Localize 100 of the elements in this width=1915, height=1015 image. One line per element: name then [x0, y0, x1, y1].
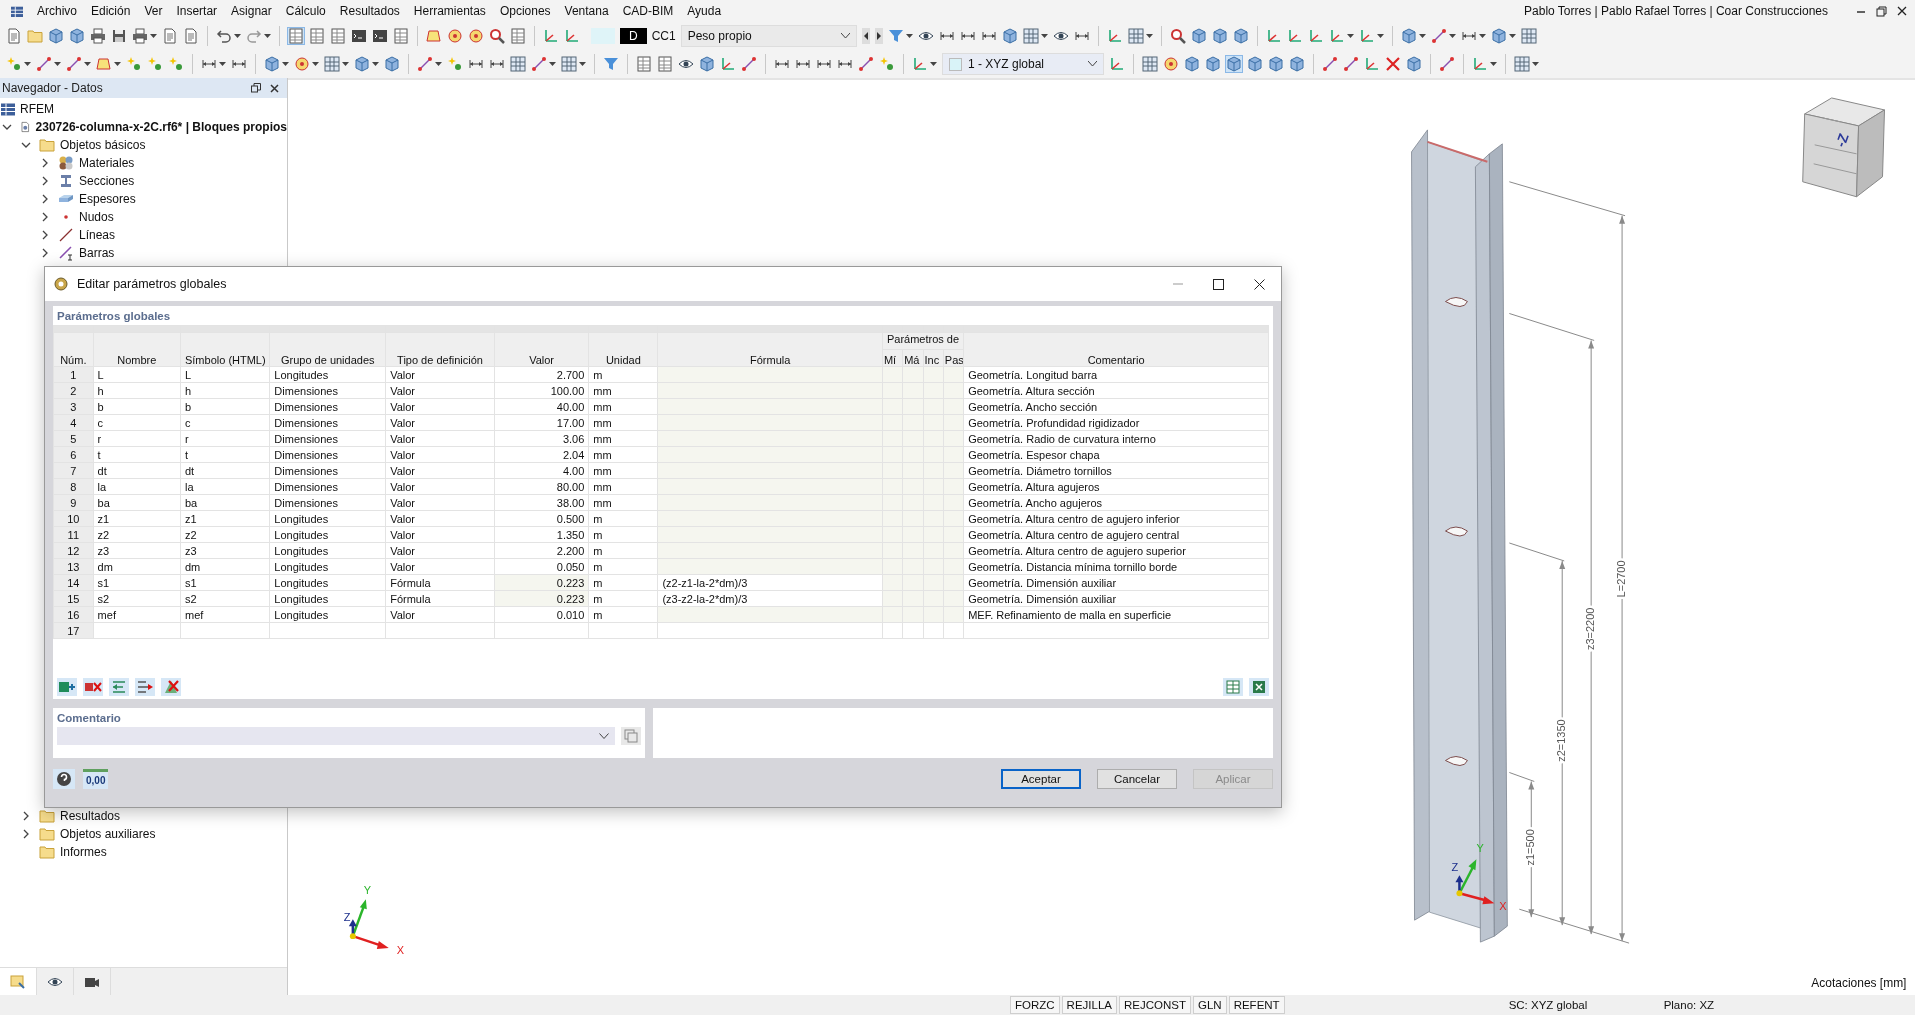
chevron-right-icon[interactable]: [40, 212, 50, 222]
cube-icon[interactable]: [1247, 56, 1263, 72]
console-icon[interactable]: [372, 28, 388, 44]
axes-icon[interactable]: [564, 28, 580, 44]
cube-icon[interactable]: [1289, 56, 1305, 72]
cube-icon[interactable]: [1400, 28, 1417, 44]
caret-icon[interactable]: [435, 62, 442, 66]
cube-icon[interactable]: [699, 56, 715, 72]
menu-item[interactable]: Resultados: [332, 4, 407, 18]
target-icon[interactable]: [294, 56, 310, 72]
close-icon[interactable]: [1254, 278, 1265, 290]
caret-icon[interactable]: [1532, 62, 1539, 66]
table-icon[interactable]: [510, 28, 526, 44]
axes-icon[interactable]: [1265, 28, 1282, 44]
close-icon[interactable]: [270, 83, 279, 93]
caret-icon[interactable]: [312, 62, 319, 66]
tree-item[interactable]: Informes: [60, 845, 107, 859]
line-icon[interactable]: [1430, 28, 1447, 44]
menu-item[interactable]: Cálculo: [278, 4, 333, 18]
navigation-cube[interactable]: [1802, 97, 1885, 198]
tree-item[interactable]: Espesores: [79, 192, 136, 206]
axes-icon[interactable]: [1286, 28, 1303, 44]
caret-icon[interactable]: [1490, 62, 1497, 66]
chevron-right-icon[interactable]: [40, 176, 50, 186]
caret-icon[interactable]: [1448, 34, 1456, 38]
axes-icon[interactable]: [1307, 28, 1324, 44]
star-node-icon[interactable]: [6, 56, 22, 72]
cross-icon[interactable]: [1385, 56, 1401, 72]
caret-icon[interactable]: [930, 62, 937, 66]
undock-icon[interactable]: [251, 83, 261, 93]
menu-item[interactable]: Herramientas: [406, 4, 493, 18]
star-node-icon[interactable]: [879, 56, 895, 72]
table-icon[interactable]: [393, 28, 409, 44]
magnifier-icon[interactable]: [489, 28, 505, 44]
axes-icon[interactable]: [543, 28, 559, 44]
line-icon[interactable]: [1343, 56, 1359, 72]
dialog-button[interactable]: Cancelar: [1097, 769, 1177, 789]
polygon-icon[interactable]: [426, 28, 442, 44]
menu-item[interactable]: Ver: [137, 4, 170, 18]
save-icon[interactable]: [111, 28, 127, 44]
undo-icon[interactable]: [216, 28, 232, 44]
caret-icon[interactable]: [219, 62, 226, 66]
line-icon[interactable]: [741, 56, 757, 72]
menu-item[interactable]: Asignar: [224, 4, 279, 18]
spreadsheet-icon[interactable]: [1249, 678, 1269, 696]
cube-icon[interactable]: [1001, 28, 1018, 44]
line-icon[interactable]: [1322, 56, 1338, 72]
caret-icon[interactable]: [1418, 34, 1426, 38]
help-icon[interactable]: [53, 769, 75, 789]
line-icon[interactable]: [36, 56, 52, 72]
caret-icon[interactable]: [1040, 34, 1048, 38]
cube-icon[interactable]: [384, 56, 400, 72]
tree-item[interactable]: Secciones: [79, 174, 135, 188]
line-icon[interactable]: [66, 56, 82, 72]
table-icon[interactable]: [636, 56, 652, 72]
caret-icon[interactable]: [1508, 34, 1516, 38]
export-icon[interactable]: [135, 678, 155, 696]
chevron-down-icon[interactable]: [21, 140, 31, 150]
chevron-right-icon[interactable]: [40, 248, 50, 258]
axes-icon[interactable]: [912, 56, 928, 72]
polygon-icon[interactable]: [96, 56, 112, 72]
next-icon[interactable]: [874, 28, 883, 44]
target-icon[interactable]: [1163, 56, 1179, 72]
chevron-right-icon[interactable]: [21, 811, 31, 821]
caret-icon[interactable]: [54, 62, 61, 66]
tree-item[interactable]: Resultados: [60, 809, 121, 823]
tree-item[interactable]: Objetos auxiliares: [60, 827, 156, 841]
chevron-right-icon[interactable]: [40, 230, 50, 240]
caret-icon[interactable]: [1478, 34, 1486, 38]
document-icon[interactable]: [162, 28, 178, 44]
menu-item[interactable]: Ventana: [557, 4, 616, 18]
printer-icon[interactable]: [132, 28, 148, 44]
caret-icon[interactable]: [1145, 34, 1153, 38]
menu-item[interactable]: CAD-BIM: [615, 4, 681, 18]
caret-icon[interactable]: [114, 62, 121, 66]
status-toggle[interactable]: REFENT: [1228, 996, 1285, 1014]
cube-icon[interactable]: [1190, 28, 1207, 44]
tree-item[interactable]: Barras: [79, 246, 115, 260]
spreadsheet-icon[interactable]: [1223, 678, 1243, 696]
caret-icon[interactable]: [549, 62, 556, 66]
delete-all-icon[interactable]: [161, 678, 181, 696]
cube-icon[interactable]: [1211, 28, 1228, 44]
menu-item[interactable]: Insertar: [169, 4, 225, 18]
funnel-icon[interactable]: [603, 56, 619, 72]
chevron-down-icon[interactable]: [2, 122, 12, 132]
menu-item[interactable]: Archivo: [30, 4, 84, 18]
tree-item[interactable]: Nudos: [79, 210, 114, 224]
caret-icon[interactable]: [150, 34, 157, 38]
delete-row-icon[interactable]: [83, 678, 103, 696]
status-toggle[interactable]: FORZC: [1010, 996, 1060, 1014]
caret-icon[interactable]: [1346, 34, 1354, 38]
target-icon[interactable]: [447, 28, 463, 44]
restore-icon[interactable]: [1876, 5, 1887, 17]
chevron-right-icon[interactable]: [40, 194, 50, 204]
axes-icon[interactable]: [1106, 28, 1123, 44]
caret-icon[interactable]: [372, 62, 379, 66]
grid-icon[interactable]: [1142, 56, 1158, 72]
axes-icon[interactable]: [1328, 28, 1345, 44]
import-icon[interactable]: [109, 678, 129, 696]
status-toggle[interactable]: REJCONST: [1119, 996, 1191, 1014]
